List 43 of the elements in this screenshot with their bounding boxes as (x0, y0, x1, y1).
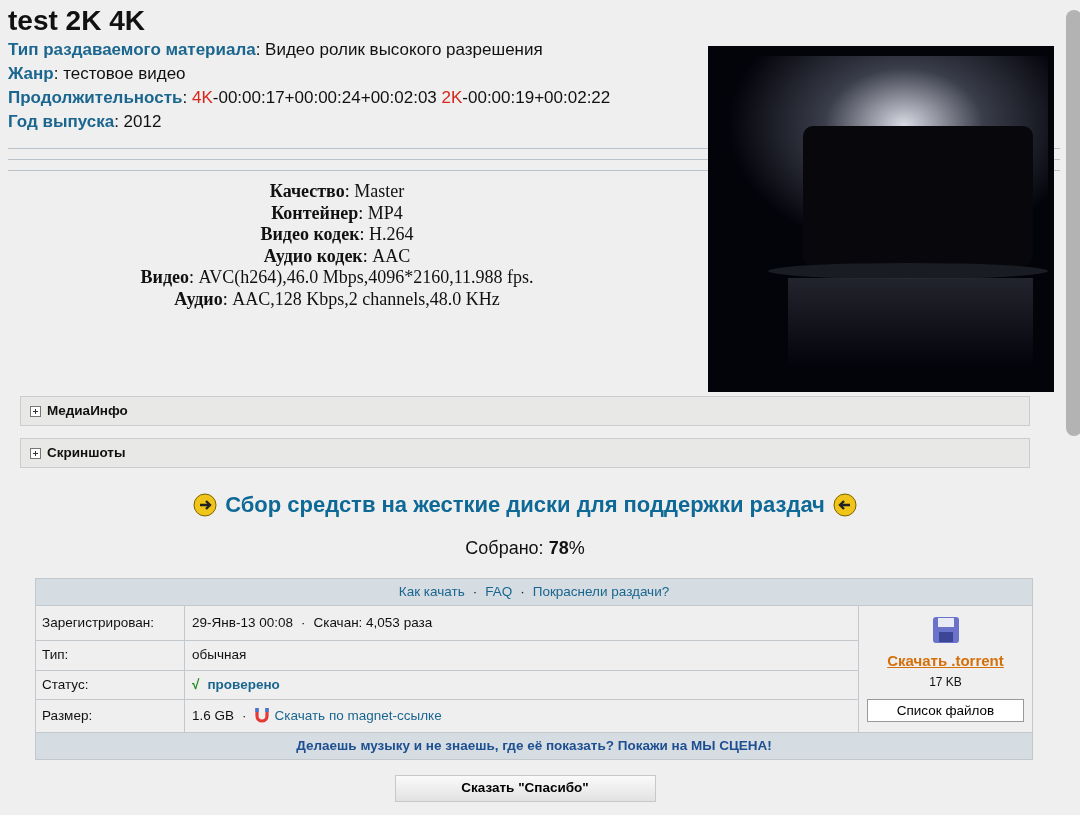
row-label: Размер: (42, 707, 93, 723)
info-line: Тип раздаваемого материала: Видео ролик высокого разрешения (8, 39, 544, 61)
row-label: Тип: (42, 647, 69, 663)
spoiler-header[interactable]: Скриншоты (20, 438, 1030, 468)
row-label: Зарегистрирован: (42, 614, 154, 630)
row-label: Статус: (42, 676, 89, 692)
page-title: test 2K 4K (8, 4, 146, 38)
separator: · (300, 614, 306, 630)
magnet-icon (254, 706, 269, 723)
magnet-link[interactable]: Скачать по magnet-ссылке (274, 707, 442, 723)
plus-icon (30, 447, 41, 459)
spoiler-header[interactable]: МедиаИнфо (20, 396, 1030, 426)
thanks-button[interactable]: Сказать "Спасибо" (394, 775, 656, 802)
spec-line: Качество: Master (268, 181, 406, 203)
spec-line: Контейнер: MP4 (270, 202, 404, 224)
file-list-button[interactable]: Список файлов (867, 698, 1024, 722)
arrow-left-icon (832, 492, 857, 517)
separator: · (242, 707, 247, 723)
row-value: обычная (192, 647, 247, 663)
row-value: 1.6 GB (192, 707, 235, 723)
spec-line: Видео: AVC(h264),46.0 Mbps,4096*2160,11.988 fps. (139, 267, 535, 289)
row-value: 29-Янв-13 00:08 (192, 614, 293, 630)
plus-icon (30, 405, 41, 417)
info-line: Жанр: тестовое видео (8, 63, 187, 85)
row-value: Скачан: 4,053 раза (313, 614, 433, 630)
spec-line: Аудио кодек: AAC (262, 245, 412, 267)
collected-text: Собрано: 78% (464, 537, 586, 560)
fundraiser-title: Сбор средств на жесткие диски для поддержки раздач (225, 491, 825, 519)
status-text: проверено (207, 676, 280, 692)
separator: · (472, 583, 478, 599)
help-link[interactable]: FAQ (485, 583, 513, 599)
spec-line: Аудио: AAC,128 Kbps,2 channels,48.0 KHz (173, 288, 501, 310)
separator: · (520, 583, 525, 599)
file-size: 17 KB (928, 673, 963, 691)
torrent-download-link[interactable]: Скачать .torrent (865, 650, 1026, 673)
info-line: Продолжительность: 4K-00:00:17+00:00:24+00:02:03 2K-00:00:19+00:02:22 (8, 87, 612, 109)
arrow-right-icon (193, 492, 218, 517)
help-link[interactable]: Покраснели раздачи? (532, 583, 670, 599)
scrollbar[interactable] (1066, 10, 1080, 436)
spec-line: Видео кодек: H.264 (259, 224, 415, 246)
help-link[interactable]: Как качать (398, 583, 465, 599)
info-line: Год выпуска: 2012 (8, 111, 163, 133)
check-mark: √ (192, 676, 200, 692)
